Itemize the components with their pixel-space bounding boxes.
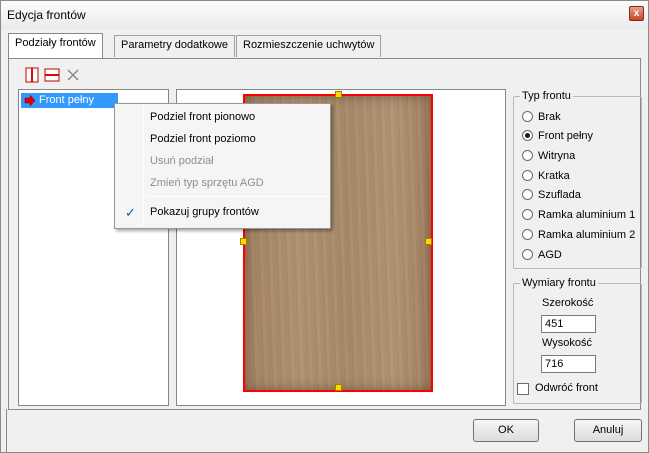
radio-icon bbox=[522, 189, 533, 200]
radio-icon bbox=[522, 111, 533, 122]
radio-label: Ramka aluminium 2 bbox=[538, 229, 636, 241]
tree-item-front[interactable]: Front pełny bbox=[21, 93, 118, 108]
resize-handle-bottom[interactable] bbox=[335, 384, 342, 391]
front-type-group: Typ frontu Brak Front pełny Witryna Krat… bbox=[513, 90, 642, 269]
menu-separator bbox=[145, 196, 328, 197]
window-edge bbox=[6, 409, 10, 453]
resize-handle-top[interactable] bbox=[335, 91, 342, 98]
dimensions-group: Wymiary frontu Szerokość Wysokość Odwróć… bbox=[513, 277, 642, 404]
radio-szuflada[interactable]: Szuflada bbox=[522, 188, 581, 202]
radio-label: Kratka bbox=[538, 170, 570, 182]
radio-agd[interactable]: AGD bbox=[522, 248, 562, 262]
height-label: Wysokość bbox=[542, 337, 593, 349]
radio-ramka-aluminium-2[interactable]: Ramka aluminium 2 bbox=[522, 228, 635, 242]
menu-gutter bbox=[143, 106, 144, 226]
menu-item-split-vertical[interactable]: Podziel front pionowo bbox=[150, 108, 255, 126]
resize-handle-right[interactable] bbox=[425, 238, 432, 245]
context-menu: Podziel front pionowo Podziel front pozi… bbox=[114, 103, 331, 229]
tab-handle-placement[interactable]: Rozmieszczenie uchwytów bbox=[236, 35, 382, 57]
radio-brak[interactable]: Brak bbox=[522, 110, 561, 124]
tree-item-label: Front pełny bbox=[39, 94, 95, 106]
cancel-button[interactable]: Anuluj bbox=[574, 419, 642, 442]
resize-handle-left[interactable] bbox=[240, 238, 247, 245]
radio-kratka[interactable]: Kratka bbox=[522, 169, 570, 183]
dimensions-legend: Wymiary frontu bbox=[520, 277, 598, 290]
radio-label: Brak bbox=[538, 111, 561, 123]
menu-item-show-groups[interactable]: Pokazuj grupy frontów bbox=[150, 203, 259, 221]
radio-front-pelny[interactable]: Front pełny bbox=[522, 129, 593, 143]
red-arrow-icon bbox=[24, 93, 36, 113]
tab-strip: Podziały frontów Parametry dodatkowe Roz… bbox=[8, 33, 640, 61]
split-vertical-icon[interactable] bbox=[24, 67, 40, 83]
radio-icon bbox=[522, 229, 533, 240]
radio-label: AGD bbox=[538, 249, 562, 261]
close-button[interactable]: x bbox=[629, 6, 644, 21]
title-bar[interactable]: Edycja frontów x bbox=[1, 1, 648, 29]
ok-button[interactable]: OK bbox=[473, 419, 539, 442]
front-type-legend: Typ frontu bbox=[520, 90, 573, 103]
check-icon: ✓ bbox=[125, 205, 136, 220]
radio-label: Ramka aluminium 1 bbox=[538, 209, 636, 221]
height-input[interactable] bbox=[541, 355, 596, 373]
flip-front-checkbox[interactable] bbox=[517, 383, 529, 395]
dialog-window: Edycja frontów x Podziały frontów Parame… bbox=[0, 0, 649, 453]
radio-icon bbox=[522, 150, 533, 161]
radio-ramka-aluminium-1[interactable]: Ramka aluminium 1 bbox=[522, 208, 635, 222]
radio-icon bbox=[522, 249, 533, 260]
tab-additional-params[interactable]: Parametry dodatkowe bbox=[114, 35, 235, 57]
radio-checked-icon bbox=[522, 130, 533, 141]
split-horizontal-icon[interactable] bbox=[44, 67, 60, 83]
width-input[interactable] bbox=[541, 315, 596, 333]
menu-item-change-agd-type[interactable]: Zmień typ sprzętu AGD bbox=[150, 174, 264, 192]
tab-divisions[interactable]: Podziały frontów bbox=[8, 33, 103, 58]
window-title: Edycja frontów bbox=[7, 8, 86, 22]
radio-label: Front pełny bbox=[538, 130, 594, 142]
radio-label: Szuflada bbox=[538, 189, 581, 201]
radio-icon bbox=[522, 170, 533, 181]
flip-front-label: Odwróć front bbox=[535, 382, 598, 394]
radio-icon bbox=[522, 209, 533, 220]
radio-witryna[interactable]: Witryna bbox=[522, 149, 575, 163]
radio-label: Witryna bbox=[538, 150, 576, 162]
menu-item-split-horizontal[interactable]: Podziel front poziomo bbox=[150, 130, 256, 148]
menu-item-remove-division[interactable]: Usuń podział bbox=[150, 152, 214, 170]
width-label: Szerokość bbox=[542, 297, 594, 309]
delete-x-icon[interactable] bbox=[65, 67, 81, 83]
